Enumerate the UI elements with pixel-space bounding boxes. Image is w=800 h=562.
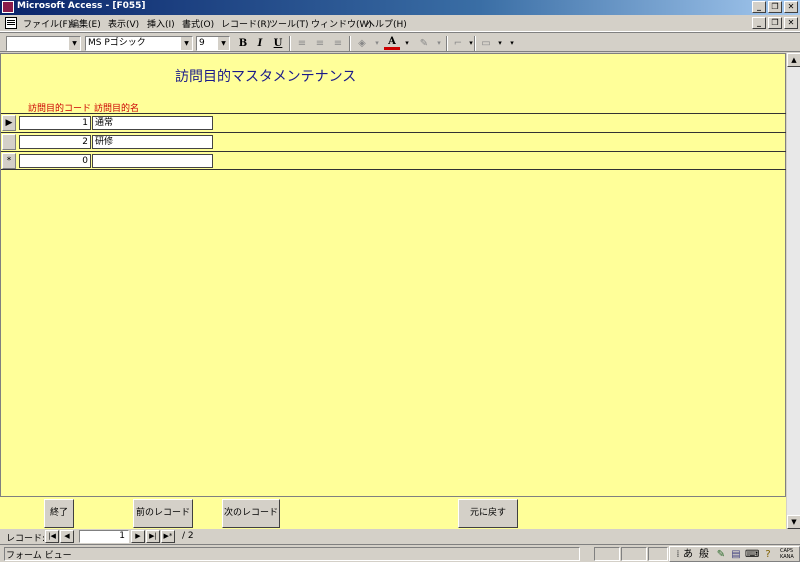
font-name-value: MS Pゴシック — [88, 38, 146, 48]
align-center-icon[interactable]: ≡ — [312, 36, 328, 51]
kana-indicator: KANA — [780, 554, 794, 560]
record-selector-new[interactable]: * — [2, 153, 16, 169]
vertical-scrollbar[interactable]: ▲ ▼ — [786, 53, 800, 529]
form-body: 訪問目的マスタメンテナンス 訪問目的コード 訪問目的名 ▶ 1 通常 2 研修 … — [0, 53, 787, 529]
dropdown-arrow-icon[interactable]: ▼ — [181, 37, 192, 50]
purpose-code-field[interactable]: 2 — [19, 135, 91, 149]
purpose-name-field[interactable] — [92, 154, 213, 168]
record-selector[interactable] — [2, 134, 16, 150]
object-combo[interactable]: ▼ — [6, 36, 81, 51]
dropdown-arrow-icon[interactable]: ▼ — [218, 37, 229, 50]
fill-color-icon[interactable]: ◈ — [354, 36, 370, 51]
status-pane-main — [4, 547, 580, 561]
dropdown-arrow-icon[interactable]: ▾ — [431, 36, 447, 51]
next-record-icon[interactable]: ▶ — [131, 530, 145, 543]
underline-button[interactable]: U — [270, 36, 286, 51]
form-control-menu-icon[interactable] — [5, 17, 17, 29]
ime-conversion-mode[interactable]: 般 — [697, 548, 711, 561]
purpose-code-field[interactable]: 0 — [19, 154, 91, 168]
record-navigator: レコード: |◀ ◀ 1 ▶ ▶| ▶* / 2 — [0, 529, 800, 544]
restore-icon[interactable]: ❐ — [768, 1, 782, 13]
scroll-down-icon[interactable]: ▼ — [787, 515, 800, 529]
status-pane — [621, 547, 647, 561]
record-row: ▶ 1 通常 — [1, 113, 787, 132]
window-title: Microsoft Access - [F055] — [17, 1, 146, 11]
form-title: 訪問目的マスタメンテナンス — [175, 69, 357, 85]
form-footer: 終了 前のレコード 次のレコード 元に戻す — [0, 496, 786, 529]
ime-toolbar: ⁞ あ 般 ✎ ▤ ⌨ ? CAPS KANA — [669, 546, 800, 562]
previous-record-button[interactable]: 前のレコード — [133, 499, 193, 528]
dropdown-arrow-icon[interactable]: ▼ — [69, 37, 80, 50]
purpose-name-field[interactable]: 研修 — [92, 135, 213, 149]
align-left-icon[interactable]: ≡ — [294, 36, 310, 51]
line-color-icon[interactable]: ✎ — [416, 36, 432, 51]
purpose-name-field[interactable]: 通常 — [92, 116, 213, 130]
italic-button[interactable]: I — [252, 36, 268, 51]
scroll-up-icon[interactable]: ▲ — [787, 53, 800, 67]
title-bar: Microsoft Access - [F055] _ ❐ ✕ — [0, 0, 800, 15]
access-app-icon[interactable] — [2, 1, 14, 13]
undo-button[interactable]: 元に戻す — [458, 499, 518, 528]
status-pane — [594, 547, 620, 561]
purpose-code-field[interactable]: 1 — [19, 116, 91, 130]
new-record-icon[interactable]: ▶* — [161, 530, 175, 543]
toolbar-separator — [446, 36, 448, 51]
toolbar-separator — [474, 36, 476, 51]
dropdown-arrow-icon[interactable]: ▾ — [399, 36, 415, 51]
menu-view[interactable]: 表示(V) — [108, 17, 139, 30]
menu-insert[interactable]: 挿入(I) — [147, 17, 175, 30]
menu-bar: ファイル(F) 編集(E) 表示(V) 挿入(I) 書式(O) レコード(R) … — [0, 15, 800, 32]
toolbar-separator — [289, 36, 291, 51]
next-record-button[interactable]: 次のレコード — [222, 499, 280, 528]
current-record-input[interactable]: 1 — [79, 530, 129, 543]
record-selector-current[interactable]: ▶ — [2, 115, 16, 131]
ime-help-icon[interactable]: ? — [761, 548, 775, 561]
font-size-value: 9 — [199, 38, 205, 48]
doc-close-icon[interactable]: ✕ — [784, 17, 798, 29]
bold-button[interactable]: B — [235, 36, 251, 51]
menu-window[interactable]: ウィンドウ(W) — [311, 17, 372, 30]
minimize-icon[interactable]: _ — [752, 1, 766, 13]
record-row: 2 研修 — [1, 132, 787, 151]
last-record-icon[interactable]: ▶| — [146, 530, 160, 543]
ime-pad-icon[interactable]: ✎ — [714, 548, 728, 561]
first-record-icon[interactable]: |◀ — [45, 530, 59, 543]
menu-file[interactable]: ファイル(F) — [23, 17, 71, 30]
caps-kana-indicator: CAPS KANA — [780, 548, 794, 560]
new-record-row: * 0 — [1, 151, 787, 170]
toolbar-separator — [349, 36, 351, 51]
dropdown-arrow-icon[interactable]: ▾ — [463, 36, 479, 51]
ime-input-mode[interactable]: あ — [681, 548, 695, 561]
font-name-combo[interactable]: MS Pゴシック ▼ — [85, 36, 193, 51]
formatting-toolbar: ▼ MS Pゴシック ▼ 9 ▼ B I U ≡ ≡ ≡ ◈ ▾ A ▾ ✎ ▾… — [0, 32, 800, 52]
dropdown-arrow-icon[interactable]: ▾ — [369, 36, 385, 51]
ime-dictionary-icon[interactable]: ▤ — [729, 548, 743, 561]
align-right-icon[interactable]: ≡ — [330, 36, 346, 51]
toolbar-options-icon[interactable]: ▾ — [504, 36, 520, 51]
close-icon[interactable]: ✕ — [784, 1, 798, 13]
doc-minimize-icon[interactable]: _ — [752, 17, 766, 29]
ime-properties-icon[interactable]: ⌨ — [745, 548, 759, 561]
status-bar: フォーム ビュー ⁞ あ 般 ✎ ▤ ⌨ ? CAPS KANA — [0, 544, 800, 562]
previous-record-icon[interactable]: ◀ — [60, 530, 74, 543]
exit-button[interactable]: 終了 — [44, 499, 74, 528]
menu-tools[interactable]: ツール(T) — [269, 17, 309, 30]
menu-help[interactable]: ヘルプ(H) — [366, 17, 407, 30]
record-navigator-label: レコード: — [6, 534, 46, 544]
doc-restore-icon[interactable]: ❐ — [768, 17, 782, 29]
menu-edit[interactable]: 編集(E) — [70, 17, 101, 30]
font-color-icon[interactable]: A — [384, 36, 400, 50]
menu-format[interactable]: 書式(O) — [182, 17, 214, 30]
status-pane — [648, 547, 668, 561]
record-count: / 2 — [182, 531, 194, 541]
font-size-combo[interactable]: 9 ▼ — [196, 36, 230, 51]
menu-records[interactable]: レコード(R) — [221, 17, 270, 30]
